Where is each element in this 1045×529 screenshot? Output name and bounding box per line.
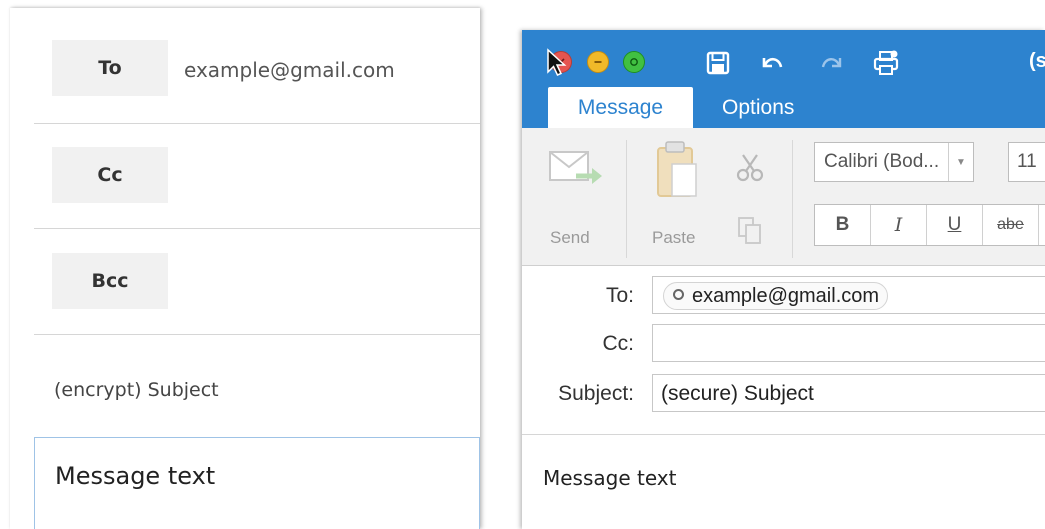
to-label: To: bbox=[605, 284, 634, 307]
subject-field[interactable]: (secure) Subject bbox=[652, 374, 1045, 412]
send-icon[interactable] bbox=[548, 148, 608, 192]
strikethrough-button[interactable]: abe bbox=[983, 205, 1039, 245]
message-body[interactable]: Message text bbox=[34, 437, 480, 529]
to-field[interactable]: example@gmail.com bbox=[184, 58, 395, 82]
minimize-button[interactable] bbox=[587, 51, 609, 73]
font-name-select[interactable]: Calibri (Bod... ▼ bbox=[814, 142, 974, 182]
minimize-icon bbox=[594, 61, 602, 63]
to-field[interactable]: example@gmail.com bbox=[652, 276, 1045, 314]
tab-message[interactable]: Message bbox=[548, 87, 693, 128]
font-size-select[interactable]: 11 bbox=[1008, 142, 1045, 182]
print-icon[interactable] bbox=[872, 49, 900, 77]
message-body-text: Message text bbox=[55, 462, 216, 490]
subject-label: Subject: bbox=[558, 382, 634, 405]
chevron-down-icon[interactable]: ▼ bbox=[948, 143, 973, 181]
paste-button[interactable]: Paste bbox=[652, 228, 695, 248]
title-bar: (s Message Options bbox=[522, 30, 1045, 128]
paste-icon[interactable] bbox=[652, 138, 702, 202]
save-icon[interactable] bbox=[704, 49, 732, 77]
font-size-value: 11 bbox=[1017, 151, 1037, 172]
font-name-value: Calibri (Bod... bbox=[824, 151, 940, 172]
window-title: (s bbox=[1029, 50, 1045, 72]
send-button[interactable]: Send bbox=[550, 228, 590, 248]
tab-options[interactable]: Options bbox=[722, 87, 794, 128]
undo-icon[interactable] bbox=[758, 49, 786, 77]
outlook-compose-window: (s Message Options Send Paste Calibri (B… bbox=[522, 30, 1045, 529]
zoom-icon bbox=[630, 58, 638, 66]
bcc-button[interactable]: Bcc bbox=[52, 253, 168, 309]
redo-icon[interactable] bbox=[818, 49, 846, 77]
subject-field[interactable]: (encrypt) Subject bbox=[54, 379, 219, 401]
to-row: To example@gmail.com bbox=[34, 8, 480, 124]
mouse-pointer-icon bbox=[547, 48, 567, 76]
cut-icon[interactable] bbox=[735, 152, 765, 182]
underline-button[interactable]: U bbox=[927, 205, 983, 245]
cc-field[interactable] bbox=[652, 324, 1045, 362]
cc-button[interactable]: Cc bbox=[52, 147, 168, 203]
copy-icon[interactable] bbox=[737, 216, 763, 246]
recipient-address: example@gmail.com bbox=[692, 284, 880, 307]
text-format-group: B I U abe bbox=[814, 204, 1045, 246]
contact-status-icon bbox=[673, 289, 684, 300]
cc-label: Cc: bbox=[602, 332, 635, 355]
header-divider bbox=[522, 434, 1045, 435]
subject-value: (secure) Subject bbox=[661, 382, 814, 405]
cc-row: Cc bbox=[34, 123, 480, 229]
to-button[interactable]: To bbox=[52, 40, 168, 96]
message-body[interactable]: Message text bbox=[543, 466, 677, 490]
bold-button[interactable]: B bbox=[815, 205, 871, 245]
recipient-token[interactable]: example@gmail.com bbox=[663, 282, 889, 310]
bcc-row: Bcc bbox=[34, 228, 480, 335]
italic-button[interactable]: I bbox=[871, 205, 927, 245]
ribbon: Send Paste Calibri (Bod... ▼ 11 B I U ab… bbox=[522, 128, 1045, 266]
web-compose-panel: To example@gmail.com Cc Bcc (encrypt) Su… bbox=[10, 8, 480, 529]
ribbon-separator bbox=[626, 140, 627, 258]
zoom-button[interactable] bbox=[623, 51, 645, 73]
ribbon-separator bbox=[792, 140, 793, 258]
subject-row[interactable]: (encrypt) Subject bbox=[34, 334, 480, 438]
